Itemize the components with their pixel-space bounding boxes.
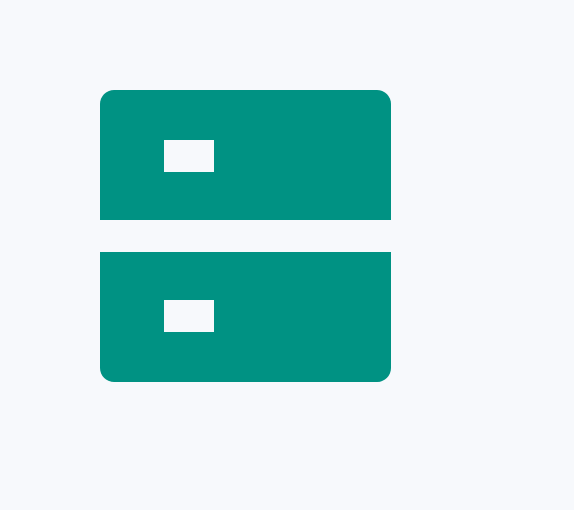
icon-canvas — [0, 0, 574, 510]
server-bottom-slot — [164, 300, 214, 332]
server-top-unit-bottom-square — [100, 200, 391, 220]
server-bottom-unit-top-square — [100, 252, 391, 272]
server-storage-svg — [100, 90, 391, 382]
server-storage-icon — [100, 90, 391, 382]
server-top-slot — [164, 140, 214, 172]
